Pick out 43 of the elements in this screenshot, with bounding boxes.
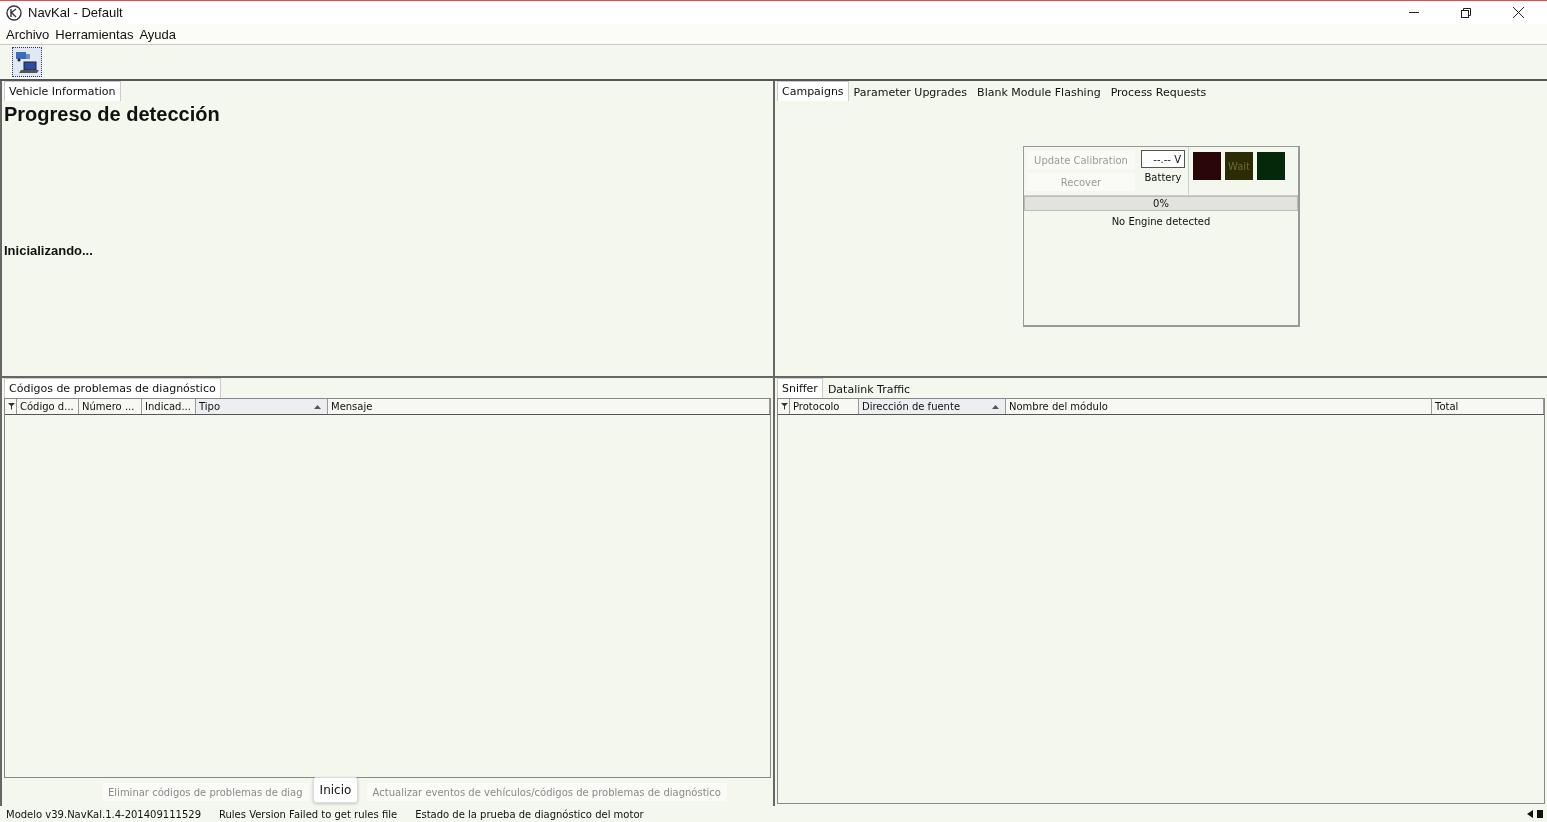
column-header[interactable]: Tipo — [196, 399, 328, 414]
menu-item[interactable]: Archivo — [3, 26, 53, 42]
action-button[interactable]: Eliminar códigos de problemas de diag — [102, 783, 309, 801]
engine-message: No Engine detected — [1110, 216, 1212, 227]
window-title: NavKal - Default — [28, 5, 124, 20]
sort-icon — [314, 404, 321, 409]
scroll-arrows-icon[interactable] — [1527, 810, 1545, 818]
app-logo-icon — [6, 4, 22, 21]
progress-bar: 0% — [1024, 196, 1298, 211]
tooltip: Inicio — [312, 777, 359, 803]
menu-item[interactable]: Ayuda — [136, 26, 180, 42]
tab[interactable]: Datalink Traffic — [822, 380, 916, 398]
minimize-icon — [1409, 12, 1419, 13]
menu-item[interactable]: Herramientas — [52, 26, 137, 42]
column-header[interactable]: Código d... — [17, 399, 79, 414]
tab[interactable]: Blank Module Flashing — [972, 83, 1106, 101]
column-header[interactable]: Total — [1432, 399, 1544, 414]
tab[interactable]: Parameter Upgrades — [848, 83, 973, 101]
connect-button[interactable] — [12, 47, 42, 77]
detection-heading: Progreso de detección — [4, 103, 221, 126]
column-header[interactable]: Número ... — [79, 399, 142, 414]
tab[interactable]: Códigos de problemas de diagnóstico — [4, 378, 221, 398]
status-text: Modelo v39.NavKal.1.4-201409111529 — [6, 808, 201, 820]
status-lamp: Wait — [1225, 152, 1253, 180]
truck-laptop-icon — [14, 49, 40, 75]
sort-icon — [992, 404, 999, 409]
tab[interactable]: Process Requests — [1105, 83, 1212, 101]
voltage-label: Battery — [1144, 172, 1182, 183]
action-button[interactable]: Actualizar eventos de vehículos/códigos de problemas de diagnóstico — [366, 783, 727, 801]
voltage-field: --.-- V — [1141, 150, 1185, 168]
tab[interactable]: Campaigns — [777, 81, 849, 101]
column-header[interactable]: Nombre del módulo — [1006, 399, 1432, 414]
filter-icon[interactable] — [781, 403, 788, 410]
status-text: Inicializando... — [4, 243, 94, 258]
column-header[interactable]: Mensaje — [328, 399, 770, 414]
restore-icon — [1461, 7, 1471, 18]
filter-icon[interactable] — [8, 403, 15, 410]
close-icon — [1512, 7, 1524, 18]
column-header[interactable]: Dirección de fuente — [859, 399, 1006, 414]
status-text: Estado de la prueba de diagnóstico del motor — [415, 808, 644, 820]
status-text: Rules Version Failed to get rules file — [219, 808, 398, 820]
tab[interactable]: Sniffer — [777, 378, 823, 398]
tab[interactable]: Vehicle Information — [4, 81, 121, 101]
